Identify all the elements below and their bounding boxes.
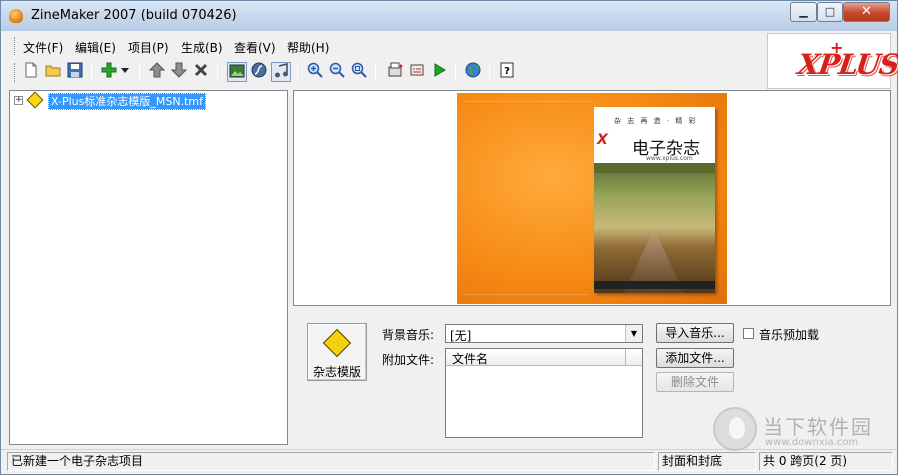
open-folder-icon[interactable] — [43, 62, 63, 82]
toolbar-separator — [91, 63, 92, 81]
cover-footer-strip — [594, 281, 715, 289]
attach-files-label: 附加文件: — [382, 353, 435, 367]
cover-preview[interactable]: 杂 志 再 造 · 精 彩 X 电子杂志 www.xplus.com — [457, 93, 727, 304]
column-header-text: 文件名 — [452, 352, 489, 366]
menu-bar: 文件(F) 编辑(E) 项目(P) 生成(B) 查看(V) 帮助(H) — [11, 35, 766, 57]
template-tile[interactable]: 杂志模版 — [307, 323, 367, 381]
logo-text: XPLUS — [795, 48, 898, 81]
watermark-name: 当下软件园 — [763, 415, 873, 439]
close-button[interactable]: ✕ — [843, 2, 890, 22]
music-icon[interactable] — [271, 62, 291, 82]
toolbar: ? — [11, 59, 766, 87]
app-window: ZineMaker 2007 (build 070426) ▁ □ ✕ 文件(F… — [0, 0, 898, 475]
build-icon[interactable] — [385, 62, 405, 82]
watermark-logo-icon — [713, 407, 757, 451]
music-preload-label: 音乐预加载 — [759, 328, 820, 342]
tree-item-template[interactable]: X-Plus标准杂志模版_MSN.tmf — [48, 93, 206, 110]
cover-url: www.xplus.com — [646, 155, 693, 162]
add-icon[interactable] — [99, 62, 119, 82]
chevron-down-icon[interactable]: ▼ — [625, 325, 642, 342]
cover-issue-bar — [594, 163, 715, 173]
import-music-button[interactable]: 导入音乐... — [656, 323, 734, 343]
cover-bottom-nav — [463, 294, 588, 299]
bg-music-select[interactable]: [无] ▼ — [445, 324, 643, 343]
help-icon[interactable]: ? — [497, 62, 517, 82]
magazine-cover: 杂 志 再 造 · 精 彩 X 电子杂志 www.xplus.com — [594, 107, 715, 293]
project-tree[interactable]: + X-Plus标准杂志模版_MSN.tmf — [9, 90, 288, 445]
toolbar-separator — [297, 63, 298, 81]
music-preload-checkbox[interactable] — [743, 328, 754, 339]
move-down-icon[interactable] — [169, 62, 189, 82]
toolbar-separator — [489, 63, 490, 81]
cover-slogan: 杂 志 再 造 · 精 彩 — [614, 117, 698, 125]
globe-icon[interactable] — [463, 62, 483, 82]
preview-pane: 杂 志 再 造 · 精 彩 X 电子杂志 www.xplus.com — [293, 90, 891, 306]
svg-text:?: ? — [504, 66, 510, 77]
save-icon[interactable] — [65, 62, 85, 82]
title-bar[interactable]: ZineMaker 2007 (build 070426) ▁ □ ✕ — [1, 1, 897, 31]
zoom-in-icon[interactable] — [305, 62, 325, 82]
template-diamond-icon — [26, 91, 44, 109]
menubar-grip[interactable] — [14, 37, 17, 55]
toolbar-separator — [139, 63, 140, 81]
play-icon[interactable] — [429, 62, 449, 82]
toolbar-separator — [375, 63, 376, 81]
brand-logo: + XPLUS — [767, 33, 898, 89]
template-diamond-icon — [322, 328, 352, 358]
menu-build[interactable]: 生成(B) — [181, 39, 223, 56]
toolbar-separator — [455, 63, 456, 81]
menu-project[interactable]: 项目(P) — [128, 39, 169, 56]
bg-music-value: [无] — [450, 329, 472, 343]
add-file-button[interactable]: 添加文件... — [656, 348, 734, 368]
menu-edit[interactable]: 编辑(E) — [75, 39, 116, 56]
tree-expander-icon[interactable]: + — [14, 96, 23, 105]
delete-icon[interactable] — [191, 62, 211, 82]
maximize-button[interactable]: □ — [817, 2, 843, 22]
cover-top-nav — [463, 101, 593, 107]
toolbar-separator — [217, 63, 218, 81]
dropdown-arrow-icon[interactable] — [119, 62, 131, 82]
column-header-extra[interactable] — [626, 349, 642, 366]
flash-icon[interactable] — [249, 62, 269, 82]
menu-file[interactable]: 文件(F) — [23, 39, 63, 56]
bg-music-label: 背景音乐: — [382, 328, 435, 342]
zoom-fit-icon[interactable] — [349, 62, 369, 82]
image-icon[interactable] — [227, 62, 247, 82]
menu-help[interactable]: 帮助(H) — [287, 39, 329, 56]
attached-files-list[interactable]: 文件名 — [445, 348, 643, 438]
remove-file-button[interactable]: 删除文件 — [656, 372, 734, 392]
window-title: ZineMaker 2007 (build 070426) — [31, 8, 237, 23]
status-message: 已新建一个电子杂志项目 — [7, 452, 655, 471]
watermark-url: www.downxia.com — [765, 437, 859, 448]
cover-photo — [594, 173, 715, 293]
toolbar-grip[interactable] — [14, 63, 17, 83]
cover-x-logo: X — [597, 132, 608, 148]
column-header-filename[interactable]: 文件名 — [446, 349, 626, 366]
minimize-button[interactable]: ▁ — [790, 2, 817, 22]
template-tile-label: 杂志模版 — [312, 365, 361, 379]
new-file-icon[interactable] — [21, 62, 41, 82]
zoom-out-icon[interactable] — [327, 62, 347, 82]
build-settings-icon[interactable] — [407, 62, 427, 82]
menu-view[interactable]: 查看(V) — [234, 39, 276, 56]
app-icon — [9, 9, 23, 23]
move-up-icon[interactable] — [147, 62, 167, 82]
watermark: 当下软件园 www.downxia.com — [713, 407, 883, 457]
